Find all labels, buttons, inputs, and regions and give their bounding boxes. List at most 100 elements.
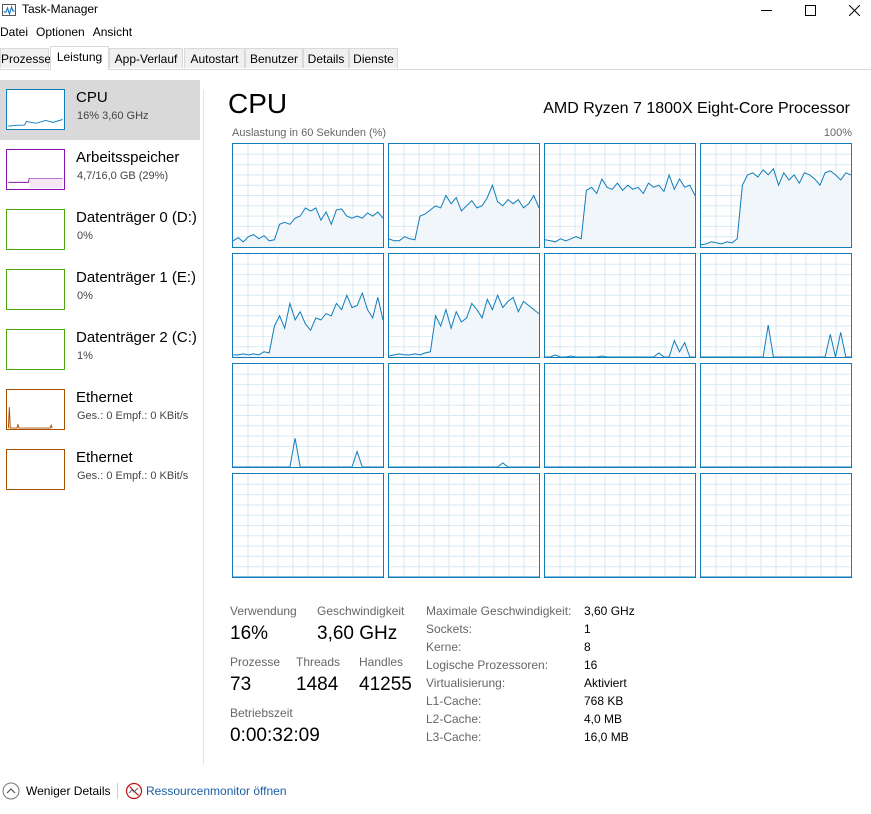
core-graph-2 (544, 143, 696, 248)
spec-value: 16,0 MB (584, 730, 629, 744)
disk-thumbnail-graph (6, 329, 65, 370)
core-graph-13 (388, 473, 540, 578)
menu-ansicht[interactable]: Ansicht (93, 24, 138, 42)
spec-label: L3-Cache: (426, 730, 482, 744)
disk-thumbnail-graph (6, 269, 65, 310)
spec-label: Maximale Geschwindigkeit: (426, 604, 572, 618)
resource-monitor-icon[interactable] (125, 782, 143, 800)
sidebar-item-label: Ethernet (76, 389, 133, 406)
core-graph-plot (701, 254, 851, 357)
tab-benutzer[interactable]: Benutzer (245, 48, 303, 68)
core-graph-11 (700, 363, 852, 468)
ethernet-thumbnail-graph (6, 449, 65, 490)
sidebar-item-memory[interactable]: Arbeitsspeicher 4,7/16,0 GB (29%) (0, 140, 200, 200)
open-resource-monitor-link[interactable]: Ressourcenmonitor öffnen (146, 784, 287, 798)
graph-max-label: 100% (823, 127, 852, 139)
sidebar-item-label: Ethernet (76, 449, 133, 466)
tab-bar: Prozesse Leistung App-Verlauf Autostart … (0, 46, 871, 70)
tab-dienste[interactable]: Dienste (349, 48, 398, 68)
core-graph-plot (389, 254, 539, 357)
core-graph-plot (545, 364, 695, 467)
core-graph-plot (233, 364, 383, 467)
tab-app-verlauf[interactable]: App-Verlauf (109, 48, 183, 68)
core-graph-3 (700, 143, 852, 248)
sidebar-item-cpu[interactable]: CPU 16% 3,60 GHz (0, 80, 200, 140)
core-graph-plot (701, 364, 851, 467)
task-manager-icon (2, 4, 16, 17)
sidebar-item-sublabel: 0% (77, 290, 93, 302)
cpu-model-name: AMD Ryzen 7 1800X Eight-Core Processor (543, 100, 850, 117)
tab-autostart[interactable]: Autostart (184, 48, 245, 68)
sidebar-item-sublabel: 16% 3,60 GHz (77, 110, 149, 122)
speed-label: Geschwindigkeit (317, 604, 405, 618)
uptime-label: Betriebszeit (230, 706, 293, 720)
sidebar-item-label: Arbeitsspeicher (76, 149, 180, 166)
core-graph-plot (389, 474, 539, 577)
usage-area (701, 168, 851, 247)
core-graph-plot (233, 254, 383, 357)
processes-label: Prozesse (230, 655, 281, 669)
core-graph-6 (544, 253, 696, 358)
tab-details[interactable]: Details (303, 48, 349, 68)
sidebar-item-label: CPU (76, 89, 108, 106)
spec-value: 4,0 MB (584, 712, 623, 726)
page-title: CPU (228, 88, 288, 119)
close-icon (848, 4, 860, 16)
usage-label: Verwendung (230, 604, 297, 618)
processes-value: 73 (230, 674, 252, 695)
uptime-value: 0:00:32:09 (230, 725, 320, 746)
minimize-icon (760, 9, 772, 11)
sidebar-item-disk-2[interactable]: Datenträger 2 (C:) 1% (0, 320, 200, 380)
sidebar-item-ethernet-2[interactable]: Ethernet Ges.: 0 Empf.: 0 KBit/s (0, 440, 200, 500)
handles-label: Handles (359, 655, 404, 669)
sidebar-item-ethernet-1[interactable]: Ethernet Ges.: 0 Empf.: 0 KBit/s (0, 380, 200, 440)
sidebar-item-label: Datenträger 0 (D:) (76, 209, 197, 226)
core-graph-plot (389, 144, 539, 247)
close-button[interactable] (832, 0, 871, 20)
fewer-details-button[interactable]: Weniger Details (26, 784, 110, 798)
minimize-button[interactable] (744, 0, 788, 20)
sidebar-item-sublabel: Ges.: 0 Empf.: 0 KBit/s (77, 470, 189, 482)
ethernet-thumbnail-graph (6, 389, 65, 430)
core-graph-5 (388, 253, 540, 358)
core-graph-4 (232, 253, 384, 358)
spec-label: Sockets: (426, 622, 473, 636)
spec-value: 1 (584, 622, 591, 636)
spec-value: 768 KB (584, 694, 624, 708)
sidebar-item-sublabel: 4,7/16,0 GB (29%) (77, 170, 169, 182)
sidebar-item-disk-0[interactable]: Datenträger 0 (D:) 0% (0, 200, 200, 260)
spec-value: Aktiviert (584, 676, 627, 690)
spec-label: Kerne: (426, 640, 462, 654)
sidebar-item-disk-1[interactable]: Datenträger 1 (E:) 0% (0, 260, 200, 320)
title-bar: Task-Manager (0, 0, 871, 22)
tab-prozesse[interactable]: Prozesse (0, 48, 51, 68)
menu-bar: Datei Optionen Ansicht (0, 24, 140, 42)
threads-label: Threads (296, 655, 341, 669)
core-graph-plot (545, 474, 695, 577)
threads-value: 1484 (296, 674, 339, 695)
window-title: Task-Manager (22, 2, 99, 16)
spec-label: Logische Prozessoren: (426, 658, 549, 672)
usage-value: 16% (230, 623, 269, 644)
speed-value: 3,60 GHz (317, 623, 398, 644)
disk-thumbnail-graph (6, 209, 65, 250)
sidebar-item-sublabel: Ges.: 0 Empf.: 0 KBit/s (77, 410, 189, 422)
maximize-button[interactable] (788, 0, 832, 20)
core-graph-plot (701, 144, 851, 247)
menu-optionen[interactable]: Optionen (36, 24, 91, 42)
maximize-icon (804, 4, 816, 16)
chevron-up-circle-icon[interactable] (2, 782, 20, 800)
tab-leistung[interactable]: Leistung (50, 46, 109, 70)
spec-label: Virtualisierung: (426, 676, 506, 690)
core-graph-15 (700, 473, 852, 578)
core-graph-plot (233, 144, 383, 247)
menu-datei[interactable]: Datei (0, 24, 34, 42)
core-graph-14 (544, 473, 696, 578)
sidebar-item-sublabel: 0% (77, 230, 93, 242)
memory-thumbnail-graph (6, 149, 65, 190)
sidebar-item-sublabel: 1% (77, 350, 93, 362)
spec-value: 3,60 GHz (584, 604, 635, 618)
core-graph-plot (389, 364, 539, 467)
sidebar-item-label: Datenträger 1 (E:) (76, 269, 197, 286)
core-graph-8 (232, 363, 384, 468)
